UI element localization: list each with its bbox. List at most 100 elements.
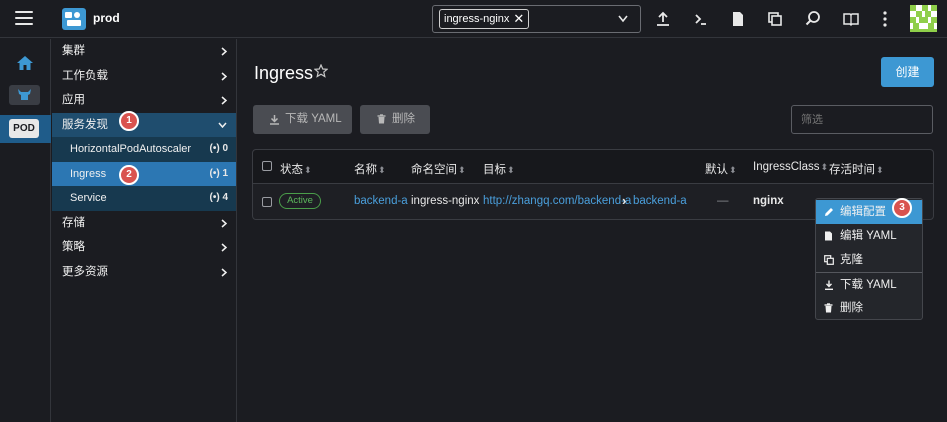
kubectl-shell-icon[interactable] — [692, 10, 710, 28]
column-header-status[interactable]: 状态⬍ — [280, 161, 312, 177]
nav-item-service-discovery[interactable]: 服务发现 — [52, 112, 236, 137]
filter-input[interactable] — [791, 105, 933, 134]
nav-item-cluster[interactable]: 集群 — [52, 39, 236, 64]
count-value: 4 — [222, 192, 228, 203]
column-header-age[interactable]: 存活时间⬍ — [829, 161, 884, 177]
resource-count: (•) 0 — [209, 143, 228, 154]
column-header-namespace[interactable]: 命名空间⬍ — [411, 161, 466, 177]
cluster-name: prod — [93, 11, 120, 25]
count-value: 0 — [222, 143, 228, 154]
column-label: 默认 — [705, 164, 728, 176]
status-badge: Active — [279, 193, 321, 209]
trash-icon — [824, 303, 833, 313]
top-bar: prod ingress-nginx ✕ — [0, 0, 947, 38]
side-nav: 集群 工作负载 应用 服务发现 HorizontalPodAutoscaler … — [52, 39, 237, 422]
chevron-down-icon — [218, 122, 227, 128]
nav-sub-service[interactable]: Service (•) 4 — [52, 186, 236, 211]
column-label: IngressClass — [753, 161, 820, 173]
target-url-link[interactable]: http://zhangq.com/backend-a — [483, 195, 631, 207]
step-badge-2: 2 — [119, 165, 139, 185]
import-yaml-icon[interactable] — [654, 10, 672, 28]
ingress-class-cell: nginx — [753, 195, 784, 207]
sort-icon: ⬍ — [507, 165, 515, 175]
sort-icon: ⬍ — [304, 165, 312, 175]
more-vertical-icon[interactable] — [876, 10, 894, 28]
rail-item-pod[interactable]: POD — [0, 115, 51, 143]
ingress-name-link[interactable]: backend-a — [354, 195, 408, 207]
pod-label: POD — [9, 119, 39, 138]
cluster-logo-icon — [62, 8, 86, 30]
step-badge-1: 1 — [119, 111, 139, 131]
column-label: 状态 — [280, 164, 303, 176]
create-button[interactable]: 创建 — [881, 57, 934, 87]
namespace-select[interactable]: ingress-nginx ✕ — [432, 5, 641, 33]
menu-icon[interactable] — [15, 11, 33, 27]
menu-item-label: 克隆 — [840, 254, 863, 266]
home-icon[interactable] — [16, 55, 34, 71]
nav-item-label: 应用 — [62, 94, 85, 106]
column-header-default[interactable]: 默认⬍ — [705, 161, 737, 177]
column-label: 名称 — [354, 164, 377, 176]
chevron-right-icon — [221, 218, 227, 228]
column-header-ingress-class[interactable]: IngressClass⬍ — [753, 161, 828, 173]
book-icon[interactable] — [842, 10, 860, 28]
delete-button[interactable]: 删除 — [360, 105, 430, 134]
kubeconfig-file-icon[interactable] — [729, 10, 747, 28]
copy-icon — [824, 255, 834, 265]
download-icon — [825, 280, 833, 290]
pencil-icon — [825, 208, 833, 216]
target-service-link[interactable]: backend-a — [633, 195, 687, 207]
nav-item-storage[interactable]: 存储 — [52, 211, 236, 236]
chip-remove-icon[interactable]: ✕ — [513, 10, 524, 28]
page-title: Ingress — [254, 63, 314, 83]
cluster-switch[interactable] — [9, 85, 40, 105]
search-icon[interactable] — [804, 10, 822, 28]
menu-item-delete[interactable]: 删除 — [816, 296, 922, 320]
chevron-down-icon[interactable] — [618, 15, 628, 23]
nav-item-more-resources[interactable]: 更多资源 — [52, 260, 236, 285]
nav-item-label: 工作负载 — [62, 69, 108, 82]
row-checkbox[interactable] — [262, 197, 272, 207]
namespace-chip-label: ingress-nginx — [444, 13, 510, 25]
nav-item-policy[interactable]: 策略 — [52, 235, 236, 260]
column-header-target[interactable]: 目标⬍ — [483, 161, 515, 177]
download-yaml-label: 下载 YAML — [285, 113, 342, 125]
menu-item-label: 删除 — [840, 302, 863, 314]
nav-item-label: 存储 — [62, 216, 85, 229]
menu-item-clone[interactable]: 克隆 — [816, 248, 922, 272]
sort-icon: ⬍ — [876, 165, 884, 175]
count-value: 1 — [222, 167, 228, 179]
menu-item-label: 下载 YAML — [840, 279, 897, 291]
star-icon[interactable] — [314, 64, 328, 78]
resource-count: (•) 4 — [209, 192, 228, 203]
nav-sub-label: Service — [70, 192, 107, 204]
user-avatar[interactable] — [910, 5, 937, 32]
column-header-name[interactable]: 名称⬍ — [354, 161, 386, 177]
download-yaml-button[interactable]: 下载 YAML — [253, 105, 352, 134]
menu-item-download-yaml[interactable]: 下载 YAML — [816, 273, 922, 297]
namespace-chip: ingress-nginx ✕ — [439, 9, 530, 29]
chevron-right-icon — [221, 267, 227, 277]
chevron-right-icon — [221, 71, 227, 81]
nav-sub-ingress[interactable]: Ingress (•) 1 — [52, 161, 236, 186]
nav-item-apps[interactable]: 应用 — [52, 88, 236, 113]
nav-item-label: 集群 — [62, 45, 85, 57]
sort-icon: ⬍ — [378, 165, 386, 175]
sort-icon: ⬍ — [729, 165, 737, 175]
menu-item-label: 编辑配置 — [840, 206, 886, 218]
nav-sub-hpa[interactable]: HorizontalPodAutoscaler (•) 0 — [52, 137, 236, 162]
column-label: 目标 — [483, 164, 506, 176]
default-cell: — — [717, 195, 729, 207]
nav-item-label: 服务发现 — [62, 118, 108, 131]
select-all-checkbox[interactable] — [262, 161, 272, 171]
nav-item-workloads[interactable]: 工作负载 — [52, 64, 236, 89]
copy-kubeconfig-icon[interactable] — [766, 10, 784, 28]
menu-item-edit-yaml[interactable]: 编辑 YAML — [816, 224, 922, 248]
step-badge-3: 3 — [892, 198, 912, 218]
arrow-right-icon: › — [622, 193, 627, 208]
table-header: 状态⬍ 名称⬍ 命名空间⬍ 目标⬍ 默认⬍ IngressClass⬍ 存活时间… — [253, 150, 933, 184]
trash-icon — [377, 114, 386, 124]
file-icon — [825, 231, 832, 241]
column-label: 命名空间 — [411, 164, 457, 176]
nav-sub-label: HorizontalPodAutoscaler — [70, 143, 192, 155]
